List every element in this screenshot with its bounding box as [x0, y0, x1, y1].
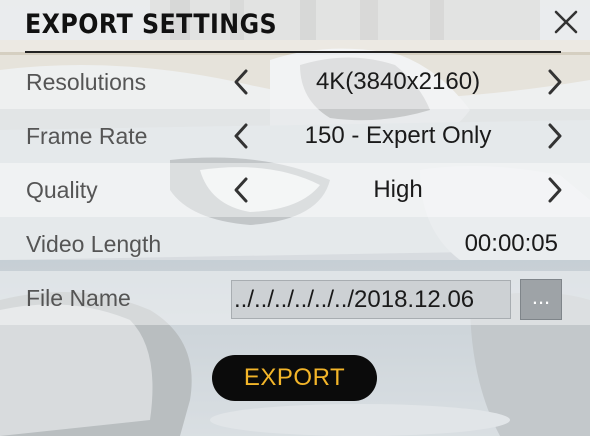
- file-name-label: File Name: [26, 285, 131, 311]
- quality-prev-chevron-left-icon[interactable]: [227, 175, 257, 205]
- quality-next-chevron-right-icon[interactable]: [539, 175, 569, 205]
- export-settings-dialog: EXPORT SETTINGS Resolutions 4K(3840x2160…: [0, 0, 590, 436]
- resolution-label: Resolutions: [26, 69, 147, 95]
- close-icon[interactable]: [552, 8, 580, 36]
- frame-rate-row: Frame Rate 150 - Expert Only: [0, 109, 590, 163]
- dialog-header: EXPORT SETTINGS: [0, 0, 590, 52]
- dialog-title: EXPORT SETTINGS: [25, 9, 278, 40]
- title-divider: [25, 51, 561, 53]
- resolution-next-chevron-right-icon[interactable]: [539, 67, 569, 97]
- frame-rate-value: 150 - Expert Only: [304, 122, 492, 149]
- video-length-value: 00:00:05: [464, 230, 558, 257]
- video-length-label: Video Length: [26, 231, 162, 257]
- quality-row: Quality High: [0, 163, 590, 217]
- frame-rate-next-chevron-right-icon[interactable]: [539, 121, 569, 151]
- video-length-row: Video Length 00:00:05: [0, 217, 590, 271]
- file-name-row: File Name ../../../../../../2018.12.06 .…: [0, 271, 590, 325]
- resolution-row: Resolutions 4K(3840x2160): [0, 55, 590, 109]
- quality-value: High: [373, 176, 423, 203]
- export-button[interactable]: EXPORT: [212, 355, 377, 401]
- frame-rate-label: Frame Rate: [26, 123, 148, 149]
- resolution-value: 4K(3840x2160): [315, 68, 481, 95]
- browse-button[interactable]: ...: [520, 279, 562, 320]
- quality-label: Quality: [26, 177, 98, 203]
- resolution-prev-chevron-left-icon[interactable]: [227, 67, 257, 97]
- file-name-input[interactable]: ../../../../../../2018.12.06: [231, 280, 511, 319]
- frame-rate-prev-chevron-left-icon[interactable]: [227, 121, 257, 151]
